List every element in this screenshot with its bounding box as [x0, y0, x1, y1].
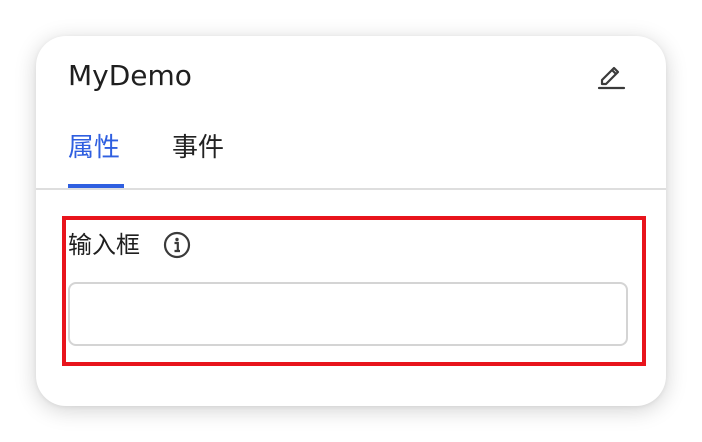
properties-panel: MyDemo 属性 事件 输入框: [36, 36, 666, 406]
pencil-edit-icon: [597, 66, 626, 90]
tab-events[interactable]: 事件: [172, 128, 228, 188]
panel-title: MyDemo: [68, 59, 192, 92]
tabs-divider: [36, 188, 666, 190]
edit-button[interactable]: [594, 58, 628, 92]
highlight-box: [62, 216, 646, 366]
tab-properties[interactable]: 属性: [68, 128, 124, 188]
